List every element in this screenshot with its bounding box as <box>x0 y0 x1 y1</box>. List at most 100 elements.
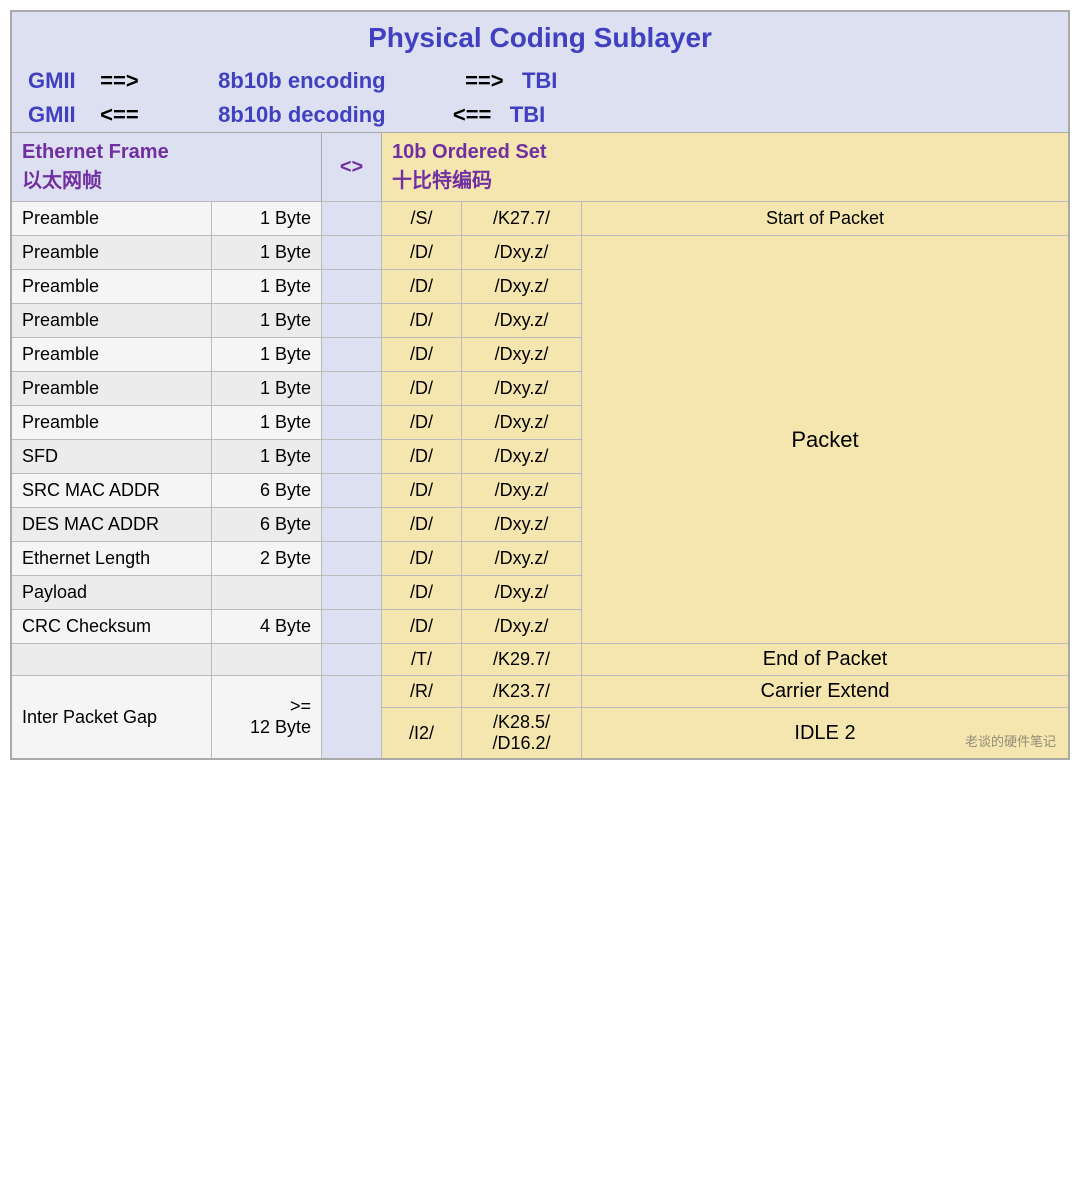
row-6-size: 1 Byte <box>212 371 322 405</box>
code-label: 10b Ordered Set <box>392 141 1058 164</box>
row-3-arrow <box>322 269 382 303</box>
row-3-name: Preamble <box>12 269 212 303</box>
dir-backward-2: <== <box>453 102 492 127</box>
header-arrow: <> <box>322 133 382 201</box>
row-7-size: 1 Byte <box>212 405 322 439</box>
row-1-label: Start of Packet <box>582 201 1068 235</box>
row-11-arrow <box>322 541 382 575</box>
row-16-code2: /K28.5/ /D16.2/ <box>462 707 582 758</box>
row-5-code1: /D/ <box>382 337 462 371</box>
row-14-label: End of Packet <box>582 643 1068 675</box>
row-3-size: 1 Byte <box>212 269 322 303</box>
row-11-size: 2 Byte <box>212 541 322 575</box>
row-14-arrow <box>322 643 382 675</box>
main-container: Physical Coding Sublayer GMII ==> 8b10b … <box>10 10 1070 760</box>
row-11-code1: /D/ <box>382 541 462 575</box>
row-6-arrow <box>322 371 382 405</box>
row-14-size <box>212 643 322 675</box>
encoding-label: 8b10b encoding <box>145 68 465 93</box>
row-14-name <box>12 643 212 675</box>
code2-line1: /K28.5/ <box>493 712 550 733</box>
row-4-arrow <box>322 303 382 337</box>
row-9-size: 6 Byte <box>212 473 322 507</box>
tbi-label-1: TBI <box>510 68 558 93</box>
row-15-code2: /K23.7/ <box>462 675 582 707</box>
row-8-arrow <box>322 439 382 473</box>
dir-forward: ==> <box>100 68 139 93</box>
row-4-size: 1 Byte <box>212 303 322 337</box>
row-1-size: 1 Byte <box>212 201 322 235</box>
row-1-code2: /K27.7/ <box>462 201 582 235</box>
encoding-row-2: GMII <== 8b10b decoding <== TBI <box>12 98 1068 132</box>
row-8-code1: /D/ <box>382 439 462 473</box>
row-3-code2: /Dxy.z/ <box>462 269 582 303</box>
row-12-size <box>212 575 322 609</box>
title-row: Physical Coding Sublayer <box>12 12 1068 64</box>
row-1-arrow <box>322 201 382 235</box>
packet-label: Packet <box>582 235 1068 643</box>
row-2-code1: /D/ <box>382 235 462 269</box>
row-10-size: 6 Byte <box>212 507 322 541</box>
tbi-label-2: TBI <box>498 102 546 127</box>
row-12-code1: /D/ <box>382 575 462 609</box>
row-7-arrow <box>322 405 382 439</box>
main-grid: Preamble 1 Byte /S/ /K27.7/ Start of Pac… <box>12 201 1068 758</box>
row-7-name: Preamble <box>12 405 212 439</box>
row-2-size: 1 Byte <box>212 235 322 269</box>
row-1-name: Preamble <box>12 201 212 235</box>
row-13-code2: /Dxy.z/ <box>462 609 582 643</box>
watermark: 老谈的硬件笔记 <box>965 731 1056 750</box>
row-5-name: Preamble <box>12 337 212 371</box>
row-13-size: 4 Byte <box>212 609 322 643</box>
row-14-code1: /T/ <box>382 643 462 675</box>
row-12-name: Payload <box>12 575 212 609</box>
encoding-row-1: GMII ==> 8b10b encoding ==> TBI <box>12 64 1068 98</box>
dir-backward: <== <box>100 102 139 127</box>
row-12-arrow <box>322 575 382 609</box>
row-9-arrow <box>322 473 382 507</box>
row-6-code2: /Dxy.z/ <box>462 371 582 405</box>
row-12-code2: /Dxy.z/ <box>462 575 582 609</box>
row-9-code2: /Dxy.z/ <box>462 473 582 507</box>
row-7-code1: /D/ <box>382 405 462 439</box>
gmii-label-1: GMII <box>28 68 100 93</box>
row-6-code1: /D/ <box>382 371 462 405</box>
eth-sub: 以太网帧 <box>22 164 311 193</box>
ipg-name: Inter Packet Gap <box>12 675 212 758</box>
header-10b: 10b Ordered Set 十比特编码 <box>382 133 1068 201</box>
row-13-name: CRC Checksum <box>12 609 212 643</box>
gmii-label-2: GMII <box>28 102 100 127</box>
page-title: Physical Coding Sublayer <box>368 22 712 53</box>
decoding-label: 8b10b decoding <box>145 102 453 127</box>
row-13-code1: /D/ <box>382 609 462 643</box>
code-sub: 十比特编码 <box>392 164 1058 193</box>
row-9-code1: /D/ <box>382 473 462 507</box>
row-11-code2: /Dxy.z/ <box>462 541 582 575</box>
ipg-size: >= 12 Byte <box>212 675 322 758</box>
row-2-arrow <box>322 235 382 269</box>
row-2-code2: /Dxy.z/ <box>462 235 582 269</box>
row-10-arrow <box>322 507 382 541</box>
row-9-name: SRC MAC ADDR <box>12 473 212 507</box>
row-16-code1: /I2/ <box>382 707 462 758</box>
row-4-code1: /D/ <box>382 303 462 337</box>
row-7-code2: /Dxy.z/ <box>462 405 582 439</box>
header-ethernet: Ethernet Frame 以太网帧 <box>12 133 322 201</box>
row-10-code2: /Dxy.z/ <box>462 507 582 541</box>
row-10-code1: /D/ <box>382 507 462 541</box>
row-2-name: Preamble <box>12 235 212 269</box>
row-4-code2: /Dxy.z/ <box>462 303 582 337</box>
row-15-code1: /R/ <box>382 675 462 707</box>
row-14-code2: /K29.7/ <box>462 643 582 675</box>
header-row: Ethernet Frame 以太网帧 <> 10b Ordered Set 十… <box>12 132 1068 201</box>
row-3-code1: /D/ <box>382 269 462 303</box>
row-11-name: Ethernet Length <box>12 541 212 575</box>
table-body: Preamble 1 Byte /S/ /K27.7/ Start of Pac… <box>12 201 1068 758</box>
code2-line2: /D16.2/ <box>492 733 550 754</box>
eth-label: Ethernet Frame <box>22 141 311 164</box>
row-8-size: 1 Byte <box>212 439 322 473</box>
row-8-code2: /Dxy.z/ <box>462 439 582 473</box>
row-5-code2: /Dxy.z/ <box>462 337 582 371</box>
row-6-name: Preamble <box>12 371 212 405</box>
row-1-code1: /S/ <box>382 201 462 235</box>
